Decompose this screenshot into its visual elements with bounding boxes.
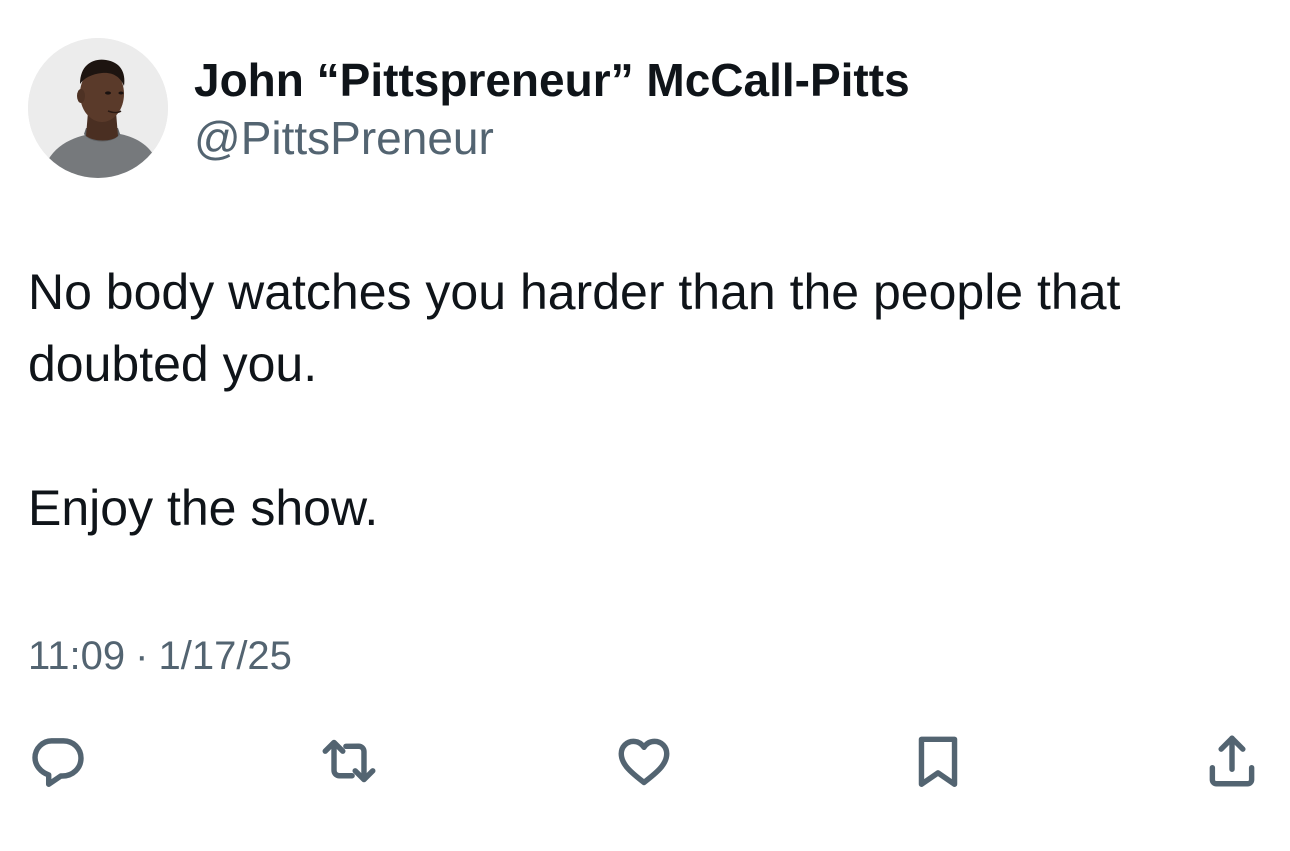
tweet-time: 11:09 bbox=[28, 634, 126, 678]
tweet-paragraph: No body watches you harder than the peop… bbox=[28, 264, 1121, 392]
tweet-date: 1/17/25 bbox=[158, 634, 292, 678]
tweet-card: John “Pittspreneur” McCall-Pitts @PittsP… bbox=[0, 0, 1290, 851]
author-names: John “Pittspreneur” McCall-Pitts @PittsP… bbox=[194, 54, 910, 168]
avatar[interactable] bbox=[28, 38, 168, 178]
profile-photo-icon bbox=[28, 38, 168, 178]
action-bar bbox=[0, 726, 1290, 796]
tweet-text: No body watches you harder than the peop… bbox=[28, 256, 1258, 544]
tweet-timestamp[interactable]: 11:09 · 1/17/25 bbox=[28, 628, 292, 684]
bookmark-icon bbox=[918, 736, 958, 787]
author-display-name[interactable]: John “Pittspreneur” McCall-Pitts bbox=[194, 54, 910, 106]
speech-bubble-icon bbox=[32, 738, 84, 787]
bookmark-button[interactable] bbox=[903, 726, 973, 796]
meta-separator: · bbox=[135, 634, 149, 678]
retweet-arrows-icon bbox=[322, 739, 376, 783]
reply-button[interactable] bbox=[23, 726, 93, 796]
share-button[interactable] bbox=[1197, 726, 1267, 796]
share-upload-icon bbox=[1209, 735, 1255, 787]
tweet-header: John “Pittspreneur” McCall-Pitts @PittsP… bbox=[28, 38, 910, 178]
like-button[interactable] bbox=[609, 726, 679, 796]
tweet-paragraph: Enjoy the show. bbox=[28, 480, 379, 536]
heart-icon bbox=[618, 738, 670, 786]
author-handle[interactable]: @PittsPreneur bbox=[194, 108, 910, 168]
retweet-button[interactable] bbox=[314, 726, 384, 796]
